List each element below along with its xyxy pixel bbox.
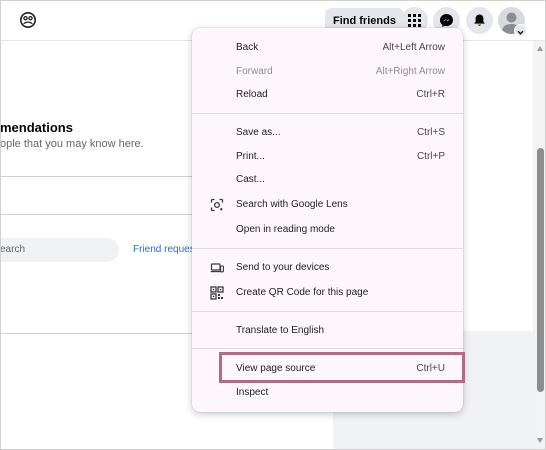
notifications-button[interactable] <box>466 7 493 34</box>
menu-grid-icon <box>408 14 421 27</box>
menu-item-label: Cast... <box>236 174 265 185</box>
menu-separator <box>192 113 463 114</box>
menu-item-label: Translate to English <box>236 325 325 336</box>
menu-item-label: Create QR Code for this page <box>236 287 369 298</box>
send-to-devices-icon <box>210 261 224 275</box>
menu-item-reading-mode[interactable]: Open in reading mode <box>192 218 463 242</box>
scroll-down-arrow-icon[interactable] <box>537 438 543 443</box>
menu-item-translate[interactable]: Translate to English <box>192 319 463 343</box>
menu-item-view-page-source[interactable]: View page source Ctrl+U <box>192 357 463 381</box>
menu-item-label: Inspect <box>236 387 269 398</box>
menu-item-label: Open in reading mode <box>236 224 335 235</box>
menu-item-label: Forward <box>236 66 273 77</box>
context-menu: Back Alt+Left Arrow Forward Alt+Right Ar… <box>192 28 463 412</box>
menu-item-shortcut: Ctrl+S <box>416 127 445 138</box>
menu-item-shortcut: Ctrl+R <box>416 89 445 100</box>
menu-item-shortcut: Ctrl+P <box>416 151 445 162</box>
search-input[interactable]: earch <box>0 238 119 262</box>
google-lens-icon <box>210 198 224 212</box>
menu-item-qr-code[interactable]: Create QR Code for this page <box>192 281 463 305</box>
recommendations-title: mendations <box>0 120 73 135</box>
menu-item-save-as[interactable]: Save as... Ctrl+S <box>192 121 463 145</box>
menu-separator <box>192 311 463 312</box>
bell-icon <box>474 14 485 26</box>
menu-item-label: Back <box>236 42 259 53</box>
messenger-icon <box>440 14 453 27</box>
menu-separator <box>192 348 463 349</box>
chevron-down-icon <box>517 30 524 35</box>
menu-separator <box>192 248 463 249</box>
menu-item-reload[interactable]: Reload Ctrl+R <box>192 83 463 107</box>
menu-item-forward[interactable]: Forward Alt+Right Arrow <box>192 60 463 84</box>
account-circle-icon[interactable] <box>19 11 37 29</box>
menu-item-send-to-devices[interactable]: Send to your devices <box>192 256 463 280</box>
friend-requests-link[interactable]: Friend reques <box>133 244 195 255</box>
menu-item-label: View page source <box>236 363 316 374</box>
menu-item-label: Save as... <box>236 127 281 138</box>
scrollbar-thumb[interactable] <box>537 148 544 392</box>
scroll-up-arrow-icon[interactable] <box>537 46 543 51</box>
menu-item-shortcut: Ctrl+U <box>416 363 445 374</box>
menu-item-label: Search with Google Lens <box>236 199 348 210</box>
menu-item-shortcut: Alt+Right Arrow <box>375 66 445 77</box>
menu-item-inspect[interactable]: Inspect <box>192 381 463 405</box>
menu-item-shortcut: Alt+Left Arrow <box>382 42 445 53</box>
menu-item-cast[interactable]: Cast... <box>192 168 463 192</box>
menu-item-search-with-lens[interactable]: Search with Google Lens <box>192 193 463 217</box>
account-chevron[interactable] <box>514 24 527 37</box>
menu-item-label: Reload <box>236 89 268 100</box>
menu-item-label: Send to your devices <box>236 262 330 273</box>
menu-item-label: Print... <box>236 151 265 162</box>
menu-item-back[interactable]: Back Alt+Left Arrow <box>192 36 463 60</box>
qr-code-icon <box>210 286 224 300</box>
recommendations-subtitle: ople that you may know here. <box>0 138 144 150</box>
menu-item-print[interactable]: Print... Ctrl+P <box>192 145 463 169</box>
